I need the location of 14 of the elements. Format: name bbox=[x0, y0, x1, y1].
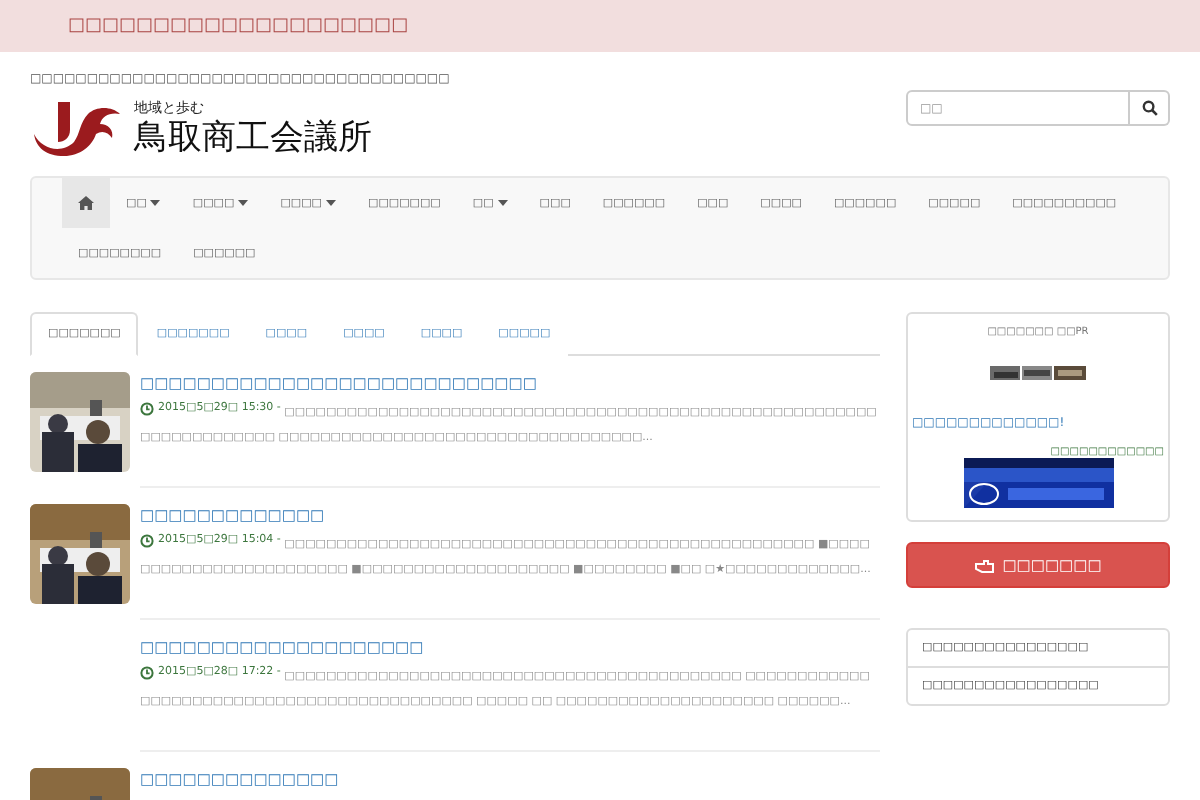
clock-icon bbox=[140, 533, 154, 547]
search-button[interactable] bbox=[1130, 90, 1170, 126]
home-icon bbox=[78, 196, 94, 210]
caret-icon bbox=[238, 200, 249, 206]
clock-icon bbox=[140, 401, 154, 415]
logo-title[interactable]: 鳥取商工会議所 bbox=[134, 118, 372, 158]
alert-text: □□□□□□□□□□□□□□□□□□□□ bbox=[68, 16, 409, 36]
logo-icon bbox=[30, 98, 122, 158]
caret-icon bbox=[150, 200, 161, 206]
home-button[interactable] bbox=[62, 178, 110, 228]
search-icon bbox=[1141, 100, 1157, 116]
caret-icon bbox=[497, 200, 508, 206]
clock-icon bbox=[140, 665, 154, 679]
caret-icon bbox=[326, 200, 336, 206]
